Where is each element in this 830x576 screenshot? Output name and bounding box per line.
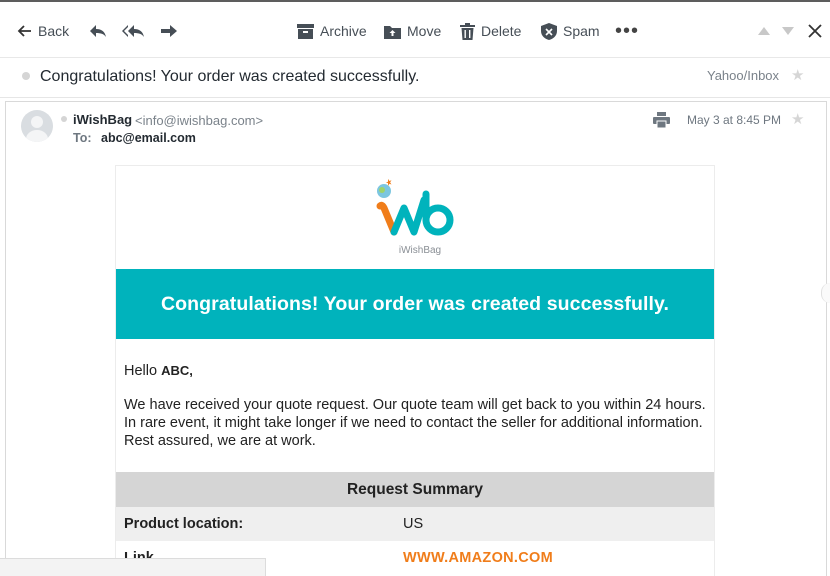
sender-status-dot-icon (61, 116, 67, 122)
product-link[interactable]: WWW.AMAZON.COM (403, 550, 553, 566)
print-button[interactable] (653, 112, 670, 133)
folder-label[interactable]: Yahoo/Inbox (707, 68, 779, 83)
arrow-left-icon (17, 25, 31, 37)
bottom-overlay-bar (0, 558, 266, 576)
iwishbag-logo: iWishBag (372, 174, 468, 262)
congrats-banner: Congratulations! Your order was created … (116, 269, 714, 339)
close-message-button[interactable] (808, 2, 822, 60)
delete-button[interactable]: Delete (460, 2, 521, 60)
next-message-button[interactable] (782, 2, 794, 60)
back-button[interactable]: Back (16, 2, 69, 60)
table-row: Product location: US (116, 507, 714, 541)
printer-icon (653, 112, 670, 129)
spam-label: Spam (563, 23, 600, 39)
move-folder-icon (384, 25, 401, 39)
to-label: To: (73, 131, 92, 145)
reply-button[interactable] (88, 2, 108, 60)
forward-icon (161, 25, 177, 37)
back-label: Back (38, 23, 70, 39)
sender-name[interactable]: iWishBag (73, 112, 132, 127)
recipient-email[interactable]: abc@email.com (101, 131, 196, 145)
subject-row: Congratulations! Your order was created … (0, 58, 830, 98)
message-subject: Congratulations! Your order was created … (40, 68, 420, 85)
greeting-name: ABC, (161, 363, 193, 378)
greeting-prefix: Hello (124, 363, 158, 379)
spam-button[interactable]: Spam (541, 2, 600, 60)
reply-all-icon (122, 25, 144, 37)
star-icon[interactable]: ★ (791, 66, 804, 84)
message-pane: iWishBag <info@iwishbag.com> To: abc@ema… (5, 101, 827, 576)
move-button[interactable]: Move (384, 2, 441, 60)
forward-button[interactable] (160, 2, 178, 60)
logo-text: iWishBag (398, 245, 442, 256)
row-value: US (403, 516, 424, 532)
archive-label: Archive (320, 23, 367, 39)
archive-button[interactable]: Archive (297, 2, 367, 60)
banner-title: Congratulations! Your order was created … (160, 292, 670, 315)
unread-dot-icon[interactable] (22, 72, 30, 80)
side-panel-handle[interactable] (821, 283, 830, 303)
sender-email: <info@iwishbag.com> (135, 113, 264, 128)
row-key: Product location: (124, 516, 244, 532)
close-icon (808, 24, 822, 38)
shield-x-icon (541, 22, 557, 40)
email-paragraph: We have received your quote request. Our… (124, 397, 706, 449)
trash-icon (460, 22, 475, 40)
summary-header: Request Summary (116, 472, 714, 507)
previous-message-button[interactable] (758, 2, 770, 60)
message-date: May 3 at 8:45 PM (687, 113, 782, 127)
avatar-body (26, 130, 48, 142)
archive-icon (297, 23, 314, 39)
reply-all-button[interactable] (121, 2, 145, 60)
message-star-icon[interactable]: ★ (791, 110, 804, 128)
more-actions-button[interactable]: ••• (615, 2, 639, 60)
triangle-up-icon (758, 27, 770, 35)
move-label: Move (407, 23, 442, 39)
triangle-down-icon (782, 27, 794, 35)
greeting: Hello ABC, (124, 363, 193, 379)
email-body: iWishBag Congratulations! Your order was… (115, 165, 715, 576)
avatar (21, 110, 53, 142)
more-dots-icon: ••• (615, 19, 640, 42)
delete-label: Delete (481, 23, 522, 39)
message-toolbar: Back Archive Move Delete Spam ••• (0, 0, 830, 58)
avatar-head (31, 116, 43, 128)
reply-icon (90, 25, 106, 37)
